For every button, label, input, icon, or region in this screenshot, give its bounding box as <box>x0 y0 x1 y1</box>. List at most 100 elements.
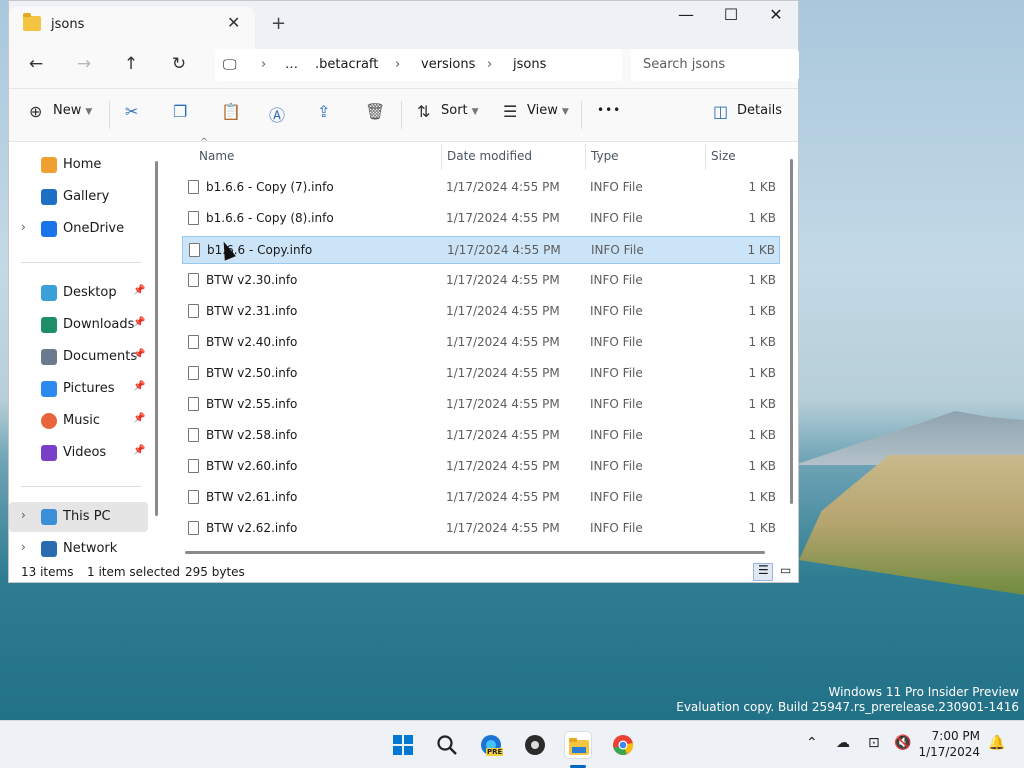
search-input[interactable]: Search jsons <box>643 57 725 72</box>
new-button[interactable]: New ▼ <box>53 103 92 118</box>
sidebar-item-onedrive[interactable]: › OneDrive <box>9 214 148 244</box>
sidebar-item-gallery[interactable]: Gallery <box>9 182 148 212</box>
pin-icon[interactable]: 📌 <box>133 349 145 360</box>
sidebar-item-documents[interactable]: Documents 📌 <box>9 342 148 372</box>
title-bar: jsons ✕ + — ☐ ✕ <box>9 1 798 49</box>
tab-jsons[interactable]: jsons ✕ <box>9 7 255 49</box>
file-icon <box>188 211 199 225</box>
file-row[interactable]: b1.6.6 - Copy (8).info 1/17/2024 4:55 PM I… <box>182 205 780 233</box>
pin-icon[interactable]: 📌 <box>133 285 145 296</box>
cut-icon[interactable]: ✂ <box>125 102 138 121</box>
file-list-horizontal-scrollbar[interactable] <box>185 551 765 554</box>
sidebar-item-downloads[interactable]: Downloads 📌 <box>9 310 148 340</box>
chevron-right-icon[interactable]: › <box>21 220 26 234</box>
up-arrow-icon[interactable]: ↑ <box>116 54 146 74</box>
column-date-modified[interactable]: Date modified <box>447 149 532 163</box>
details-view-icon[interactable]: ☰ <box>753 563 773 581</box>
breadcrumb-overflow[interactable]: … <box>285 57 298 72</box>
sidebar-item-this-pc[interactable]: › This PC <box>9 502 148 532</box>
file-row[interactable]: BTW v2.60.info 1/17/2024 4:55 PM INFO File… <box>182 453 780 481</box>
new-plus-icon[interactable]: ⊕ <box>29 102 42 121</box>
onedrive-offline-icon[interactable]: ☁ <box>836 735 850 751</box>
pin-icon[interactable]: 📌 <box>133 413 145 424</box>
pin-icon[interactable]: 📌 <box>133 381 145 392</box>
close-button[interactable]: ✕ <box>753 5 799 24</box>
column-divider[interactable] <box>441 144 442 170</box>
more-options-button[interactable]: ••• <box>597 103 621 117</box>
file-size: 1 KB <box>748 273 776 287</box>
delete-icon[interactable]: 🗑 <box>365 102 385 121</box>
column-divider[interactable] <box>705 144 706 170</box>
cloud-icon <box>41 221 57 237</box>
breadcrumb-betacraft[interactable]: .betacraft <box>315 57 378 72</box>
column-size[interactable]: Size <box>711 149 736 163</box>
chrome-button[interactable] <box>609 731 637 759</box>
monitor-icon[interactable]: ⊡ <box>868 735 880 751</box>
sidebar-item-label: OneDrive <box>63 221 125 236</box>
notification-bell-icon[interactable]: 🔔 <box>988 735 1005 751</box>
volume-muted-icon[interactable]: 🔇 <box>894 735 911 751</box>
back-arrow-icon[interactable]: ← <box>21 54 51 74</box>
sidebar-divider <box>21 262 141 263</box>
file-explorer-button[interactable] <box>564 731 592 759</box>
view-button[interactable]: View ▼ <box>527 103 569 118</box>
sort-button[interactable]: Sort ▼ <box>441 103 479 118</box>
new-tab-button[interactable]: + <box>271 13 286 34</box>
file-row[interactable]: BTW v2.31.info 1/17/2024 4:55 PM INFO File… <box>182 298 780 326</box>
file-list-vertical-scrollbar[interactable] <box>790 159 793 504</box>
tab-close-icon[interactable]: ✕ <box>227 13 240 32</box>
rename-icon[interactable]: Ⓐ <box>269 102 285 126</box>
file-row[interactable]: BTW v2.50.info 1/17/2024 4:55 PM INFO File… <box>182 360 780 388</box>
edge-preview-button[interactable]: PRE <box>477 731 505 759</box>
clock[interactable]: 7:00 PM 1/17/2024 <box>918 728 980 760</box>
forward-arrow-icon[interactable]: → <box>69 54 99 74</box>
sidebar-item-videos[interactable]: Videos 📌 <box>9 438 148 468</box>
column-type[interactable]: Type <box>591 149 619 163</box>
search-button[interactable] <box>433 731 461 759</box>
file-row[interactable]: BTW v2.61.info 1/17/2024 4:55 PM INFO File… <box>182 484 780 512</box>
address-bar[interactable]: 🖵 › … .betacraft › versions › jsons <box>215 49 622 81</box>
chevron-right-icon[interactable]: › <box>21 508 26 522</box>
sidebar-item-home[interactable]: Home <box>9 150 148 180</box>
file-row[interactable]: BTW v2.55.info 1/17/2024 4:55 PM INFO File… <box>182 391 780 419</box>
sidebar-item-music[interactable]: Music 📌 <box>9 406 148 436</box>
copy-icon[interactable]: ❐ <box>173 102 187 121</box>
file-row[interactable]: BTW v2.62.info 1/17/2024 4:55 PM INFO File… <box>182 515 780 543</box>
file-row[interactable]: BTW v2.30.info 1/17/2024 4:55 PM INFO File… <box>182 267 780 295</box>
file-row[interactable]: BTW v2.58.info 1/17/2024 4:55 PM INFO File… <box>182 422 780 450</box>
view-icon[interactable]: ☰ <box>503 102 517 121</box>
sort-icon[interactable]: ⇅ <box>417 102 430 121</box>
sidebar-item-pictures[interactable]: Pictures 📌 <box>9 374 148 404</box>
maximize-button[interactable]: ☐ <box>708 5 754 24</box>
pin-icon[interactable]: 📌 <box>133 317 145 328</box>
obs-button[interactable] <box>521 731 549 759</box>
paste-icon[interactable]: 📋 <box>221 102 241 121</box>
sidebar-item-network[interactable]: › Network <box>9 534 148 564</box>
file-row[interactable]: BTW v2.40.info 1/17/2024 4:55 PM INFO File… <box>182 329 780 357</box>
chevron-right-icon[interactable]: › <box>21 540 26 554</box>
breadcrumb-jsons[interactable]: jsons <box>513 57 546 72</box>
tiles-view-icon[interactable]: ▭ <box>775 563 795 581</box>
chevron-up-icon[interactable]: ⌃ <box>806 735 818 751</box>
refresh-icon[interactable]: ↻ <box>164 54 194 74</box>
search-box[interactable]: Search jsons <box>631 49 799 81</box>
column-divider[interactable] <box>585 144 586 170</box>
start-button[interactable] <box>389 731 417 759</box>
file-row[interactable]: b1.6.6 - Copy.info 1/17/2024 4:55 PM INFO … <box>182 236 780 264</box>
navigation-bar: ← → ↑ ↻ 🖵 › … .betacraft › versions › js… <box>9 49 799 89</box>
share-icon[interactable]: ⇪ <box>317 102 330 121</box>
computer-icon: 🖵 <box>223 57 237 73</box>
breadcrumb-versions[interactable]: versions <box>421 57 475 72</box>
file-size: 1 KB <box>747 243 775 257</box>
divider <box>109 101 110 129</box>
new-label: New <box>53 103 82 118</box>
file-row[interactable]: b1.6.6 - Copy (7).info 1/17/2024 4:55 PM I… <box>182 174 780 202</box>
minimize-button[interactable]: — <box>663 5 709 24</box>
sidebar-scrollbar[interactable] <box>155 161 158 516</box>
file-size: 1 KB <box>748 304 776 318</box>
sidebar-item-desktop[interactable]: Desktop 📌 <box>9 278 148 308</box>
column-name[interactable]: Name <box>199 149 234 163</box>
pin-icon[interactable]: 📌 <box>133 445 145 456</box>
details-pane-icon[interactable]: ◫ <box>713 102 728 121</box>
details-button[interactable]: Details <box>737 103 782 118</box>
